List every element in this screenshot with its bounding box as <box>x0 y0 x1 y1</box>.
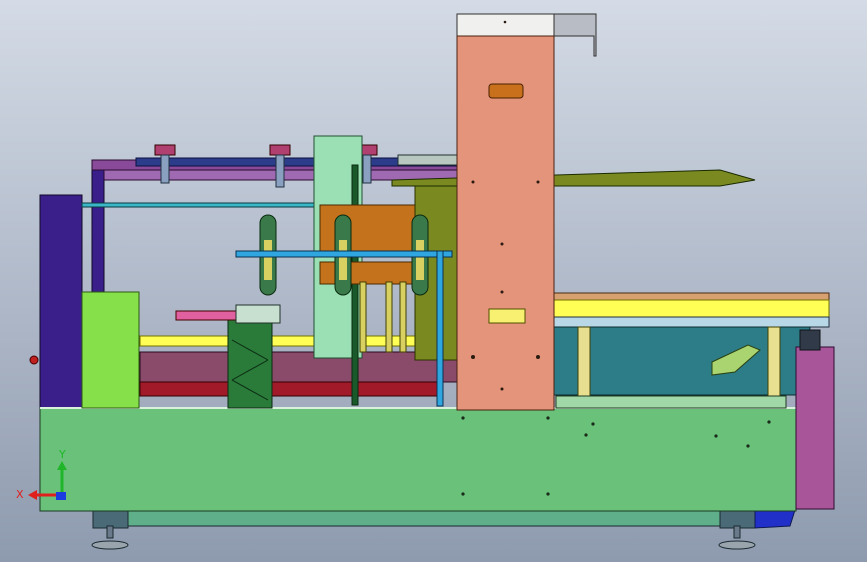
tray-post-right <box>767 326 781 398</box>
tower-top-cap[interactable] <box>456 13 555 37</box>
grey-bracket <box>397 154 459 166</box>
side-bracket <box>799 329 821 351</box>
cylinder-head[interactable] <box>235 304 281 324</box>
right-table-top[interactable] <box>552 292 830 301</box>
red-rail[interactable] <box>139 381 441 397</box>
base-skirt[interactable] <box>127 510 721 527</box>
lime-electrical-box[interactable] <box>81 291 140 409</box>
right-tray-edge <box>552 316 830 328</box>
base-frame[interactable] <box>39 407 797 512</box>
maroon-carriage[interactable] <box>139 351 461 383</box>
cyan-guide-rod[interactable] <box>81 202 315 208</box>
tower-window-slot[interactable] <box>488 308 526 324</box>
dark-green-stand[interactable] <box>227 319 273 409</box>
green-post <box>351 164 359 406</box>
tower-handle-slot[interactable] <box>488 83 524 99</box>
tray-post-left <box>577 326 591 398</box>
tray-base <box>555 395 787 409</box>
z-axis-marker <box>56 492 66 500</box>
cyan-cross-rod[interactable] <box>235 250 453 258</box>
blue-foot-plate[interactable] <box>754 509 796 529</box>
cad-model-view[interactable]: X Y <box>0 0 867 562</box>
yellow-guide-bar[interactable] <box>139 335 461 347</box>
cyan-vertical-rod[interactable] <box>436 250 444 407</box>
magenta-side-panel[interactable] <box>795 346 835 510</box>
red-knob[interactable] <box>29 355 39 365</box>
cad-viewport[interactable]: X Y <box>0 0 867 562</box>
right-yellow-shelf[interactable] <box>552 299 830 318</box>
purple-upright[interactable] <box>91 164 105 296</box>
x-axis-label: X <box>16 488 24 501</box>
y-axis-label: Y <box>58 448 66 461</box>
